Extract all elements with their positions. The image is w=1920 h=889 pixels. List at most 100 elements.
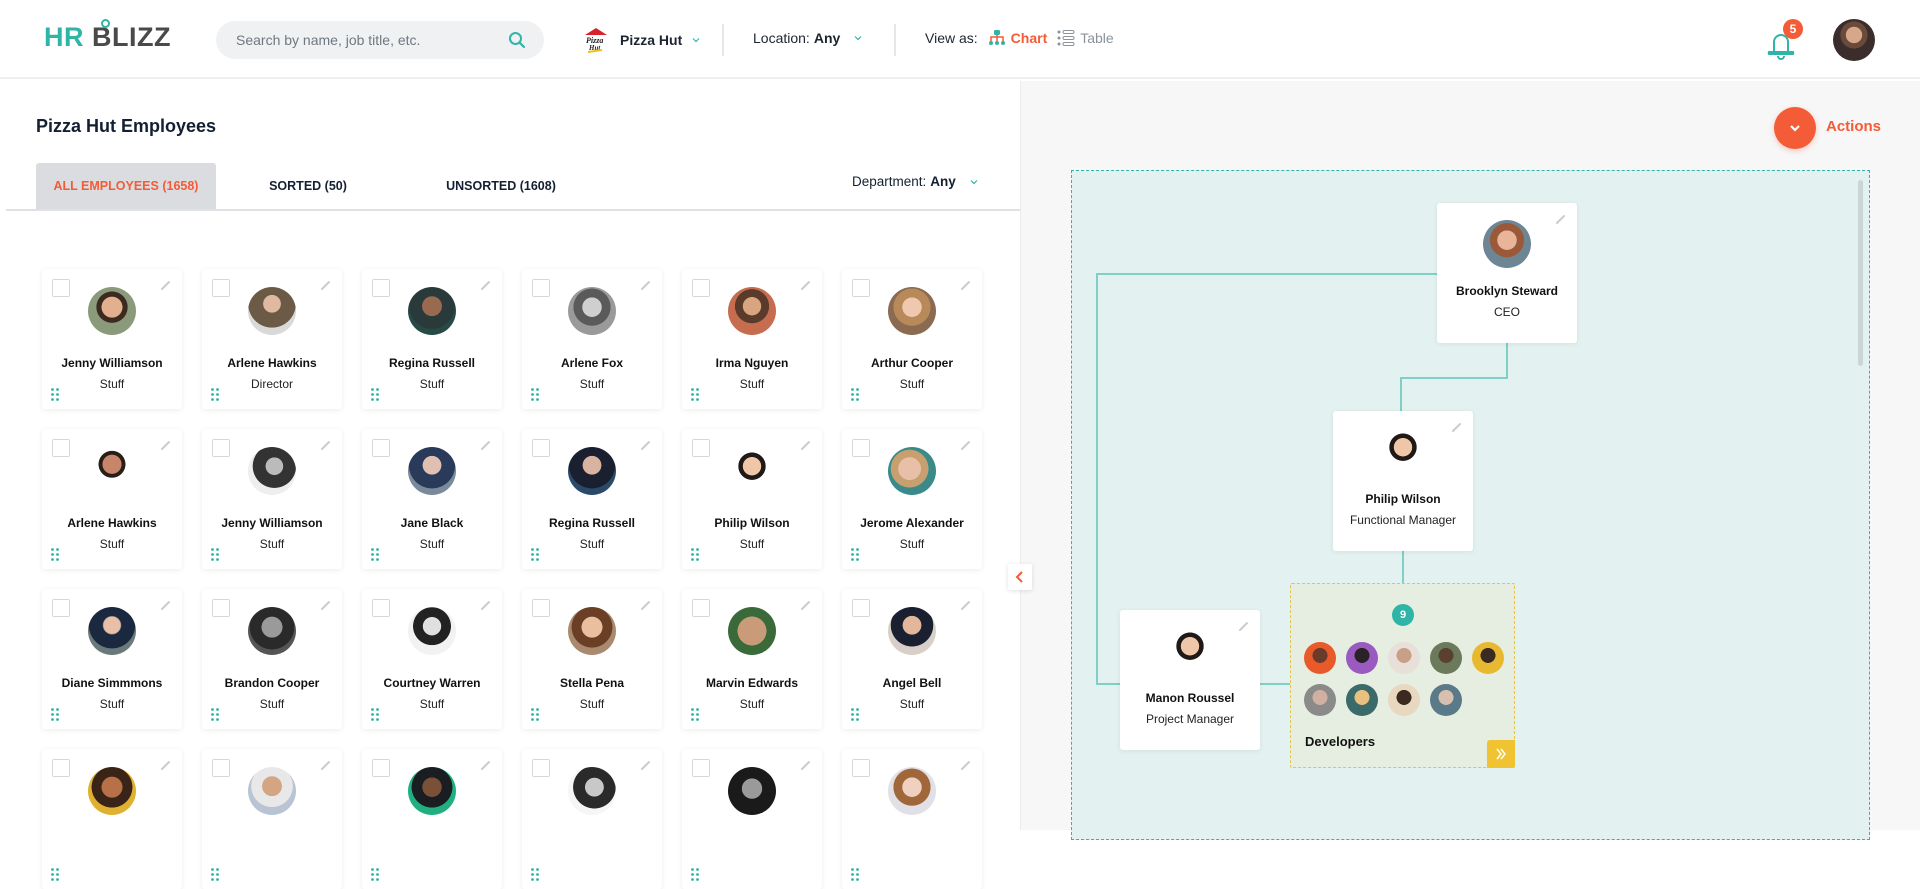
edit-pencil-icon[interactable] (960, 439, 972, 451)
drag-handle-icon[interactable] (531, 708, 539, 721)
drag-handle-icon[interactable] (691, 708, 699, 721)
select-checkbox[interactable] (532, 439, 550, 457)
edit-pencil-icon[interactable] (800, 759, 812, 771)
drag-handle-icon[interactable] (211, 868, 219, 881)
drag-handle-icon[interactable] (691, 548, 699, 561)
select-checkbox[interactable] (852, 439, 870, 457)
edit-pencil-icon[interactable] (640, 599, 652, 611)
employee-card[interactable]: Regina Russell Stuff (522, 429, 662, 569)
drag-handle-icon[interactable] (531, 388, 539, 401)
drag-handle-icon[interactable] (371, 388, 379, 401)
drag-handle-icon[interactable] (691, 388, 699, 401)
drag-handle-icon[interactable] (371, 708, 379, 721)
edit-pencil-icon[interactable] (1238, 620, 1250, 632)
org-node-ceo[interactable]: Brooklyn Steward CEO (1437, 203, 1577, 343)
employee-card[interactable]: Arlene Hawkins Director (202, 269, 342, 409)
select-checkbox[interactable] (692, 759, 710, 777)
edit-pencil-icon[interactable] (800, 279, 812, 291)
drag-handle-icon[interactable] (371, 868, 379, 881)
employee-card[interactable]: Marvin Edwards Stuff (682, 589, 822, 729)
employee-card[interactable] (362, 749, 502, 889)
edit-pencil-icon[interactable] (160, 599, 172, 611)
edit-pencil-icon[interactable] (640, 279, 652, 291)
drag-handle-icon[interactable] (211, 548, 219, 561)
select-checkbox[interactable] (52, 599, 70, 617)
employee-card[interactable]: Jerome Alexander Stuff (842, 429, 982, 569)
select-checkbox[interactable] (212, 599, 230, 617)
edit-pencil-icon[interactable] (960, 599, 972, 611)
location-filter[interactable]: Location: Any (753, 30, 862, 46)
drag-handle-icon[interactable] (51, 708, 59, 721)
drag-handle-icon[interactable] (211, 708, 219, 721)
drag-handle-icon[interactable] (851, 388, 859, 401)
collapse-panel-button[interactable] (1008, 564, 1032, 590)
tab-unsorted[interactable]: UNSORTED (1608) (426, 163, 576, 209)
employee-card[interactable] (522, 749, 662, 889)
edit-pencil-icon[interactable] (320, 439, 332, 451)
actions-label[interactable]: Actions (1826, 118, 1881, 135)
employee-card[interactable]: Irma Nguyen Stuff (682, 269, 822, 409)
select-checkbox[interactable] (52, 759, 70, 777)
employee-card[interactable]: Philip Wilson Stuff (682, 429, 822, 569)
employee-card[interactable] (682, 749, 822, 889)
employee-card[interactable]: Courtney Warren Stuff (362, 589, 502, 729)
select-checkbox[interactable] (372, 599, 390, 617)
org-node-manager[interactable]: Philip Wilson Functional Manager (1333, 411, 1473, 551)
employee-card[interactable]: Angel Bell Stuff (842, 589, 982, 729)
drag-handle-icon[interactable] (211, 388, 219, 401)
employee-card[interactable] (42, 749, 182, 889)
employee-card[interactable]: Regina Russell Stuff (362, 269, 502, 409)
drag-handle-icon[interactable] (691, 868, 699, 881)
drag-handle-icon[interactable] (371, 548, 379, 561)
drag-handle-icon[interactable] (51, 548, 59, 561)
edit-pencil-icon[interactable] (1555, 213, 1567, 225)
edit-pencil-icon[interactable] (480, 759, 492, 771)
select-checkbox[interactable] (532, 759, 550, 777)
employee-card[interactable]: Jenny Williamson Stuff (42, 269, 182, 409)
edit-pencil-icon[interactable] (480, 439, 492, 451)
company-selector[interactable]: Pizza Hut Pizza Hut (582, 24, 700, 56)
select-checkbox[interactable] (212, 439, 230, 457)
edit-pencil-icon[interactable] (160, 759, 172, 771)
select-checkbox[interactable] (852, 279, 870, 297)
edit-pencil-icon[interactable] (320, 759, 332, 771)
tab-sorted[interactable]: SORTED (50) (258, 163, 358, 209)
employee-card[interactable] (842, 749, 982, 889)
view-chart-button[interactable]: Chart (988, 30, 1047, 46)
drag-handle-icon[interactable] (51, 388, 59, 401)
drag-handle-icon[interactable] (531, 868, 539, 881)
select-checkbox[interactable] (212, 759, 230, 777)
hr-blizz-logo[interactable]: HR BLIZZ (44, 19, 171, 58)
select-checkbox[interactable] (532, 279, 550, 297)
employee-card[interactable]: Brandon Cooper Stuff (202, 589, 342, 729)
edit-pencil-icon[interactable] (320, 599, 332, 611)
drag-handle-icon[interactable] (851, 868, 859, 881)
tab-all-employees[interactable]: ALL EMPLOYEES (1658) (36, 163, 216, 209)
edit-pencil-icon[interactable] (160, 279, 172, 291)
canvas-scrollbar[interactable] (1858, 180, 1863, 366)
view-table-button[interactable]: Table (1057, 30, 1114, 46)
select-checkbox[interactable] (852, 759, 870, 777)
department-filter[interactable]: Department: Any (852, 174, 978, 189)
edit-pencil-icon[interactable] (640, 759, 652, 771)
search-icon[interactable] (508, 31, 526, 49)
expand-group-button[interactable] (1487, 740, 1515, 768)
org-node-project-manager[interactable]: Manon Roussel Project Manager (1120, 610, 1260, 750)
actions-button[interactable] (1774, 107, 1816, 149)
employee-card[interactable]: Stella Pena Stuff (522, 589, 662, 729)
user-avatar[interactable] (1833, 19, 1875, 61)
select-checkbox[interactable] (212, 279, 230, 297)
edit-pencil-icon[interactable] (1451, 421, 1463, 433)
drag-handle-icon[interactable] (851, 708, 859, 721)
employee-card[interactable]: Arlene Hawkins Stuff (42, 429, 182, 569)
employee-card[interactable] (202, 749, 342, 889)
select-checkbox[interactable] (532, 599, 550, 617)
edit-pencil-icon[interactable] (800, 439, 812, 451)
select-checkbox[interactable] (372, 759, 390, 777)
employee-card[interactable]: Diane Simmmons Stuff (42, 589, 182, 729)
select-checkbox[interactable] (852, 599, 870, 617)
edit-pencil-icon[interactable] (160, 439, 172, 451)
edit-pencil-icon[interactable] (640, 439, 652, 451)
select-checkbox[interactable] (692, 599, 710, 617)
org-group-developers[interactable]: 9 Developers (1290, 583, 1515, 768)
